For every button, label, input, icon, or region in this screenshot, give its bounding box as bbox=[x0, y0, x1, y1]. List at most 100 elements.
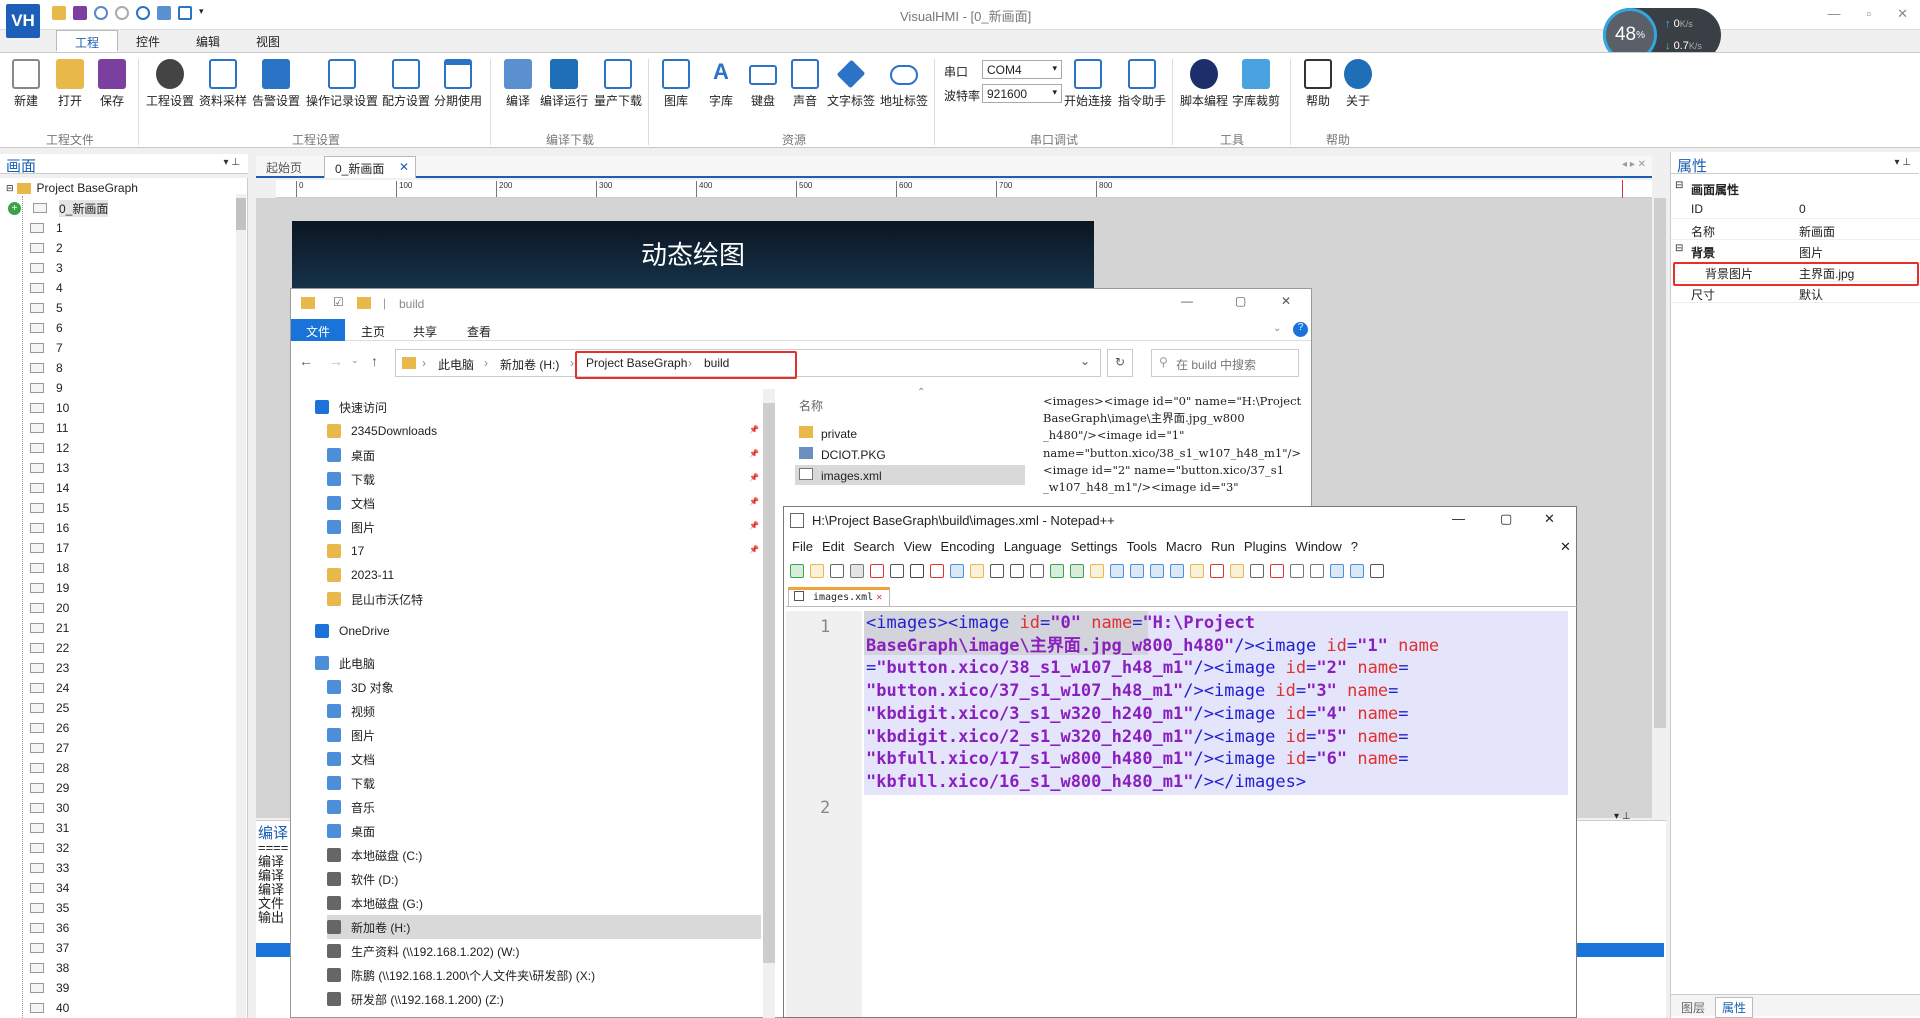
explorer-tab-view[interactable]: 查看 bbox=[467, 323, 491, 340]
new-button[interactable]: 新建 bbox=[12, 59, 40, 109]
tree-item[interactable]: 6 bbox=[30, 318, 63, 338]
explorer-search-input[interactable]: 在 build 中搜索 bbox=[1151, 349, 1299, 377]
recipe-settings-button[interactable]: 配方设置 bbox=[382, 59, 430, 109]
forward-arrow-icon[interactable]: → bbox=[329, 353, 343, 369]
toolbar-icon[interactable] bbox=[1350, 564, 1364, 578]
explorer-minimize-button[interactable]: — bbox=[1181, 294, 1193, 308]
tab-scroll-icon[interactable]: ◂ ▸ ✕ bbox=[1622, 159, 1646, 170]
nav-pc-item[interactable]: 本地磁盘 (G:) bbox=[327, 891, 423, 915]
nav-this-pc[interactable]: 此电脑 bbox=[315, 651, 375, 675]
toolbar-icon[interactable] bbox=[950, 564, 964, 578]
collapse-icon[interactable]: ⊟ bbox=[1675, 180, 1683, 191]
address-label-button[interactable]: 地址标签 bbox=[880, 59, 928, 109]
pin-icon[interactable]: 📌 bbox=[749, 449, 759, 458]
screen-icon[interactable] bbox=[178, 6, 192, 20]
toolbar-icon[interactable] bbox=[830, 564, 844, 578]
tree-item[interactable]: 22 bbox=[30, 638, 69, 658]
toolbar-icon[interactable] bbox=[1010, 564, 1024, 578]
open-folder-icon[interactable] bbox=[52, 6, 66, 20]
compile-button[interactable]: 编译 bbox=[504, 59, 532, 109]
toolbar-icon[interactable] bbox=[1130, 564, 1144, 578]
breadcrumb-drive[interactable]: 新加卷 (H:) bbox=[500, 356, 559, 373]
tree-item[interactable]: 32 bbox=[30, 838, 69, 858]
command-assistant-button[interactable]: 指令助手 bbox=[1118, 59, 1166, 109]
toolbar-icon[interactable] bbox=[1150, 564, 1164, 578]
refresh-icon[interactable]: ↻ bbox=[1107, 349, 1133, 377]
tab-edit[interactable]: 编辑 bbox=[178, 30, 238, 52]
canvas-scrollbar[interactable] bbox=[1654, 198, 1666, 818]
gallery-button[interactable]: 图库 bbox=[662, 59, 690, 109]
toolbar-icon[interactable] bbox=[970, 564, 984, 578]
explorer-tab-home[interactable]: 主页 bbox=[361, 323, 385, 340]
tree-item[interactable]: 3 bbox=[30, 258, 63, 278]
toolbar-icon[interactable] bbox=[990, 564, 1004, 578]
serial-port-select[interactable]: COM4 ▾ bbox=[982, 60, 1062, 79]
explorer-maximize-button[interactable]: ▢ bbox=[1235, 294, 1246, 308]
property-section[interactable]: ⊟ 背景 图片 bbox=[1671, 241, 1920, 261]
notepad-maximize-button[interactable]: ▢ bbox=[1500, 511, 1512, 527]
tab-close-icon[interactable]: ✕ bbox=[399, 160, 409, 174]
notepad-menu-item[interactable]: ? bbox=[1349, 539, 1365, 559]
help-button[interactable]: 帮助 bbox=[1304, 59, 1332, 109]
dropdown-icon[interactable]: ▾ bbox=[199, 6, 207, 20]
tree-item[interactable]: 39 bbox=[30, 978, 69, 998]
tree-item[interactable]: 7 bbox=[30, 338, 63, 358]
notepad-menu-item[interactable]: File bbox=[790, 539, 820, 559]
alarm-settings-button[interactable]: 告警设置 bbox=[252, 59, 300, 109]
tree-item-selected[interactable]: +0_新画面 bbox=[8, 198, 109, 218]
toolbar-icon[interactable] bbox=[1290, 564, 1304, 578]
keyboard-button[interactable]: 键盘 bbox=[749, 59, 777, 109]
tree-item[interactable]: 26 bbox=[30, 718, 69, 738]
column-header-name[interactable]: 名称 bbox=[799, 397, 823, 414]
text-label-button[interactable]: 文字标签 bbox=[827, 59, 875, 109]
tree-item[interactable]: 13 bbox=[30, 458, 69, 478]
nav-pc-item[interactable]: 文档 bbox=[327, 747, 375, 771]
save-icon[interactable] bbox=[73, 6, 87, 20]
toolbar-icon[interactable] bbox=[1210, 564, 1224, 578]
layers-icon[interactable] bbox=[157, 6, 171, 20]
tree-item[interactable]: 9 bbox=[30, 378, 63, 398]
sound-button[interactable]: 声音 bbox=[791, 59, 819, 109]
undo-icon[interactable] bbox=[94, 6, 108, 20]
tree-item[interactable]: 23 bbox=[30, 658, 69, 678]
tree-item[interactable]: 35 bbox=[30, 898, 69, 918]
tree-item[interactable]: 8 bbox=[30, 358, 63, 378]
pin-icon[interactable]: 📌 bbox=[749, 521, 759, 530]
notepad-menu-item[interactable]: View bbox=[902, 539, 939, 559]
notepad-menu-item[interactable]: Tools bbox=[1125, 539, 1164, 559]
tree-item[interactable]: 1 bbox=[30, 218, 63, 238]
tree-item[interactable]: 16 bbox=[30, 518, 69, 538]
data-sampling-button[interactable]: 资料采样 bbox=[199, 59, 247, 109]
toolbar-icon[interactable] bbox=[1370, 564, 1384, 578]
add-icon[interactable]: + bbox=[8, 201, 21, 215]
nav-pc-item[interactable]: 本地磁盘 (C:) bbox=[327, 843, 422, 867]
tree-item[interactable]: 31 bbox=[30, 818, 69, 838]
address-dropdown-icon[interactable]: ⌄ bbox=[1080, 354, 1090, 368]
explorer-tab-share[interactable]: 共享 bbox=[413, 323, 437, 340]
tab-properties[interactable]: 属性 bbox=[1715, 997, 1754, 1018]
nav-quick-item[interactable]: 2345Downloads bbox=[327, 419, 437, 443]
file-row-selected[interactable]: images.xml bbox=[795, 465, 1025, 485]
notepad-menu-item[interactable]: Encoding bbox=[939, 539, 1002, 559]
tree-item[interactable]: 37 bbox=[30, 938, 69, 958]
nav-pc-item[interactable]: 陈鹏 (\\192.168.1.200\个人文件夹\研发部) (X:) bbox=[327, 963, 595, 987]
toolbar-icon[interactable] bbox=[1070, 564, 1084, 578]
tree-item[interactable]: 33 bbox=[30, 858, 69, 878]
tree-item[interactable]: 21 bbox=[30, 618, 69, 638]
operation-log-button[interactable]: 操作记录设置 bbox=[306, 59, 378, 109]
tree-item[interactable]: 17 bbox=[30, 538, 69, 558]
nav-quick-item[interactable]: 文档 bbox=[327, 491, 375, 515]
property-section[interactable]: ⊟ 画面属性 bbox=[1671, 178, 1920, 198]
tree-item[interactable]: 27 bbox=[30, 738, 69, 758]
tab-view[interactable]: 视图 bbox=[238, 30, 298, 52]
collapse-icon[interactable]: ⊟ bbox=[1675, 243, 1683, 254]
notepad-menu-item[interactable]: Language bbox=[1002, 539, 1069, 559]
search-icon[interactable] bbox=[136, 6, 150, 20]
font-library-button[interactable]: A 字库 bbox=[707, 59, 735, 109]
nav-pc-item[interactable]: 下载 bbox=[327, 771, 375, 795]
tree-root[interactable]: ⊟ Project BaseGraph bbox=[6, 178, 138, 198]
tree-item[interactable]: 19 bbox=[30, 578, 69, 598]
start-connect-button[interactable]: 开始连接 bbox=[1064, 59, 1112, 109]
toolbar-icon[interactable] bbox=[810, 564, 824, 578]
tab-current-screen[interactable]: 0_新画面 ✕ bbox=[324, 156, 416, 178]
